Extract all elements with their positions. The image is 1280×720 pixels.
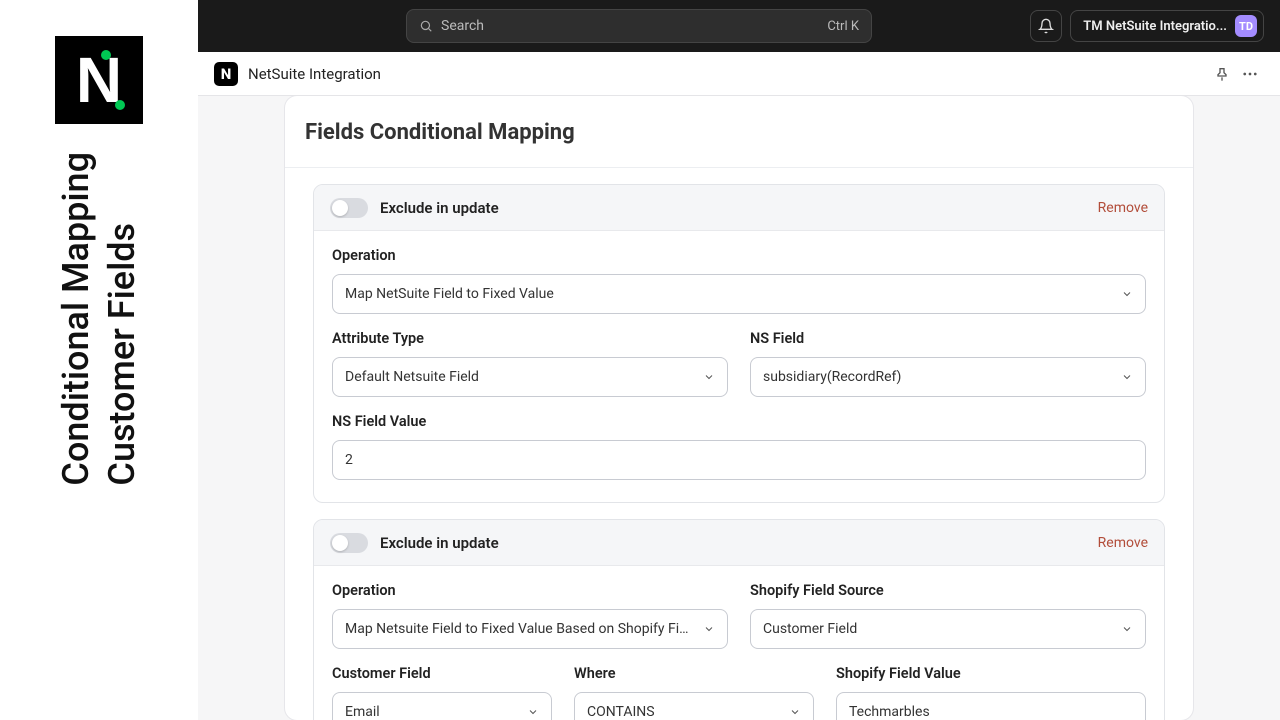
- customer-field-select[interactable]: Email: [332, 692, 552, 720]
- where-value: CONTAINS: [587, 704, 781, 720]
- avatar: TD: [1235, 15, 1257, 37]
- exclude-label: Exclude in update: [380, 534, 499, 552]
- shopify-value-input[interactable]: Techmarbles: [836, 692, 1146, 720]
- chevron-down-icon: [789, 706, 801, 718]
- shopify-source-value: Customer Field: [763, 621, 1113, 637]
- chevron-down-icon: [527, 706, 539, 718]
- app-logo: N: [55, 36, 143, 124]
- page-title: Fields Conditional Mapping: [305, 120, 1173, 145]
- chevron-down-icon: [1121, 288, 1133, 300]
- top-bar: Search Ctrl K TM NetSuite Integratio... …: [198, 0, 1280, 52]
- remove-button[interactable]: Remove: [1098, 200, 1148, 216]
- ns-field-select[interactable]: subsidiary(RecordRef): [750, 357, 1146, 397]
- where-label: Where: [574, 665, 814, 682]
- operation-select[interactable]: Map NetSuite Field to Fixed Value: [332, 274, 1146, 314]
- mapping-card: Fields Conditional Mapping Exclude in up…: [285, 96, 1193, 720]
- page-side-title-line2: Conditional Mapping: [55, 152, 97, 486]
- shopify-value-text: Techmarbles: [849, 704, 930, 720]
- chevron-down-icon: [703, 371, 715, 383]
- search-icon: [419, 19, 433, 33]
- logo-dot-icon: [101, 50, 111, 60]
- shopify-source-select[interactable]: Customer Field: [750, 609, 1146, 649]
- ns-field-value: subsidiary(RecordRef): [763, 369, 1113, 385]
- mapping-rule: Exclude in update Remove Operation Map N…: [313, 519, 1165, 720]
- operation-value: Map Netsuite Field to Fixed Value Based …: [345, 621, 695, 637]
- shopify-source-label: Shopify Field Source: [750, 582, 1146, 599]
- exclude-toggle[interactable]: [330, 533, 368, 553]
- exclude-label: Exclude in update: [380, 199, 499, 217]
- attribute-type-select[interactable]: Default Netsuite Field: [332, 357, 728, 397]
- operation-label: Operation: [332, 582, 728, 599]
- left-panel: N Conditional Mapping Customer Fields: [0, 0, 198, 720]
- account-name: TM NetSuite Integratio...: [1083, 19, 1227, 34]
- search-placeholder: Search: [441, 18, 827, 34]
- pin-icon: [1214, 66, 1230, 82]
- remove-button[interactable]: Remove: [1098, 535, 1148, 551]
- customer-field-value: Email: [345, 704, 519, 720]
- mapping-rule: Exclude in update Remove Operation Map N…: [313, 184, 1165, 503]
- breadcrumb-bar: N NetSuite Integration: [198, 52, 1280, 96]
- chevron-down-icon: [1121, 371, 1133, 383]
- search-input[interactable]: Search Ctrl K: [406, 9, 872, 43]
- page-side-title-line1: Customer Fields: [101, 152, 143, 486]
- ns-field-label: NS Field: [750, 330, 1146, 347]
- page-side-title: Conditional Mapping Customer Fields: [55, 152, 143, 486]
- logo-dot-icon: [115, 100, 125, 110]
- more-button[interactable]: [1236, 60, 1264, 88]
- ns-field-value-input[interactable]: 2: [332, 440, 1146, 480]
- more-horizontal-icon: [1241, 65, 1259, 83]
- ns-field-value-label: NS Field Value: [332, 413, 1146, 430]
- bell-icon: [1038, 18, 1054, 34]
- chevron-down-icon: [1121, 623, 1133, 635]
- attribute-type-label: Attribute Type: [332, 330, 728, 347]
- ns-field-value-text: 2: [345, 452, 353, 468]
- app-icon: N: [214, 62, 238, 86]
- operation-select[interactable]: Map Netsuite Field to Fixed Value Based …: [332, 609, 728, 649]
- account-dropdown[interactable]: TM NetSuite Integratio... TD: [1070, 10, 1264, 42]
- customer-field-label: Customer Field: [332, 665, 552, 682]
- exclude-toggle[interactable]: [330, 198, 368, 218]
- notifications-button[interactable]: [1030, 10, 1062, 42]
- attribute-type-value: Default Netsuite Field: [345, 369, 695, 385]
- pin-button[interactable]: [1208, 60, 1236, 88]
- shopify-value-label: Shopify Field Value: [836, 665, 1146, 682]
- operation-label: Operation: [332, 247, 1146, 264]
- where-select[interactable]: CONTAINS: [574, 692, 814, 720]
- breadcrumb[interactable]: NetSuite Integration: [248, 65, 381, 83]
- search-shortcut: Ctrl K: [827, 19, 859, 34]
- chevron-down-icon: [703, 623, 715, 635]
- operation-value: Map NetSuite Field to Fixed Value: [345, 286, 1113, 302]
